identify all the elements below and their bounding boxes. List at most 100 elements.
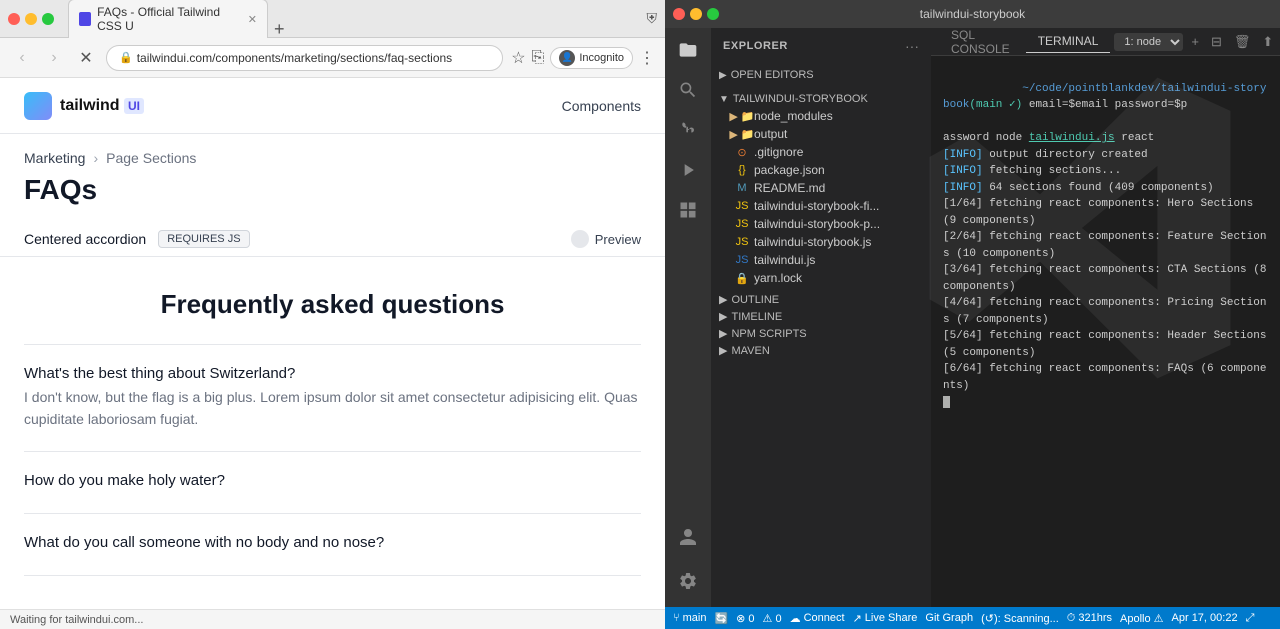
file-readme[interactable]: M README.md [719,179,931,197]
live-share-icon: ↗ [853,612,862,625]
close-button[interactable] [8,13,20,25]
split-terminal-icon[interactable]: ⊟ [1207,32,1226,52]
git-branch-item[interactable]: ⑂ main [673,612,706,624]
sync-icon-item[interactable]: 🔄 [714,612,728,625]
address-actions: ☆ ⎘ 👤 Incognito ⋮ [511,47,655,69]
explorer-activity-icon[interactable] [670,32,706,68]
filename-gitignore: .gitignore [754,145,803,159]
maven-section[interactable]: ▶ MAVEN [711,342,931,359]
incognito-label: Incognito [579,52,624,64]
term-line-7: [3/64] fetching react components: CTA Se… [943,262,1268,295]
scanning-item[interactable]: (↺): Scanning... [981,612,1059,625]
settings-activity-icon[interactable] [670,563,706,599]
source-control-activity-icon[interactable] [670,112,706,148]
terminal-tab[interactable]: TERMINAL [1026,30,1111,53]
browser-tabs: FAQs - Official Tailwind CSS U ✕ + [68,0,641,38]
term-line-10: [6/64] fetching react components: FAQs (… [943,361,1268,394]
preview-button[interactable]: Preview [571,230,641,248]
back-button[interactable]: ‹ [10,46,34,70]
forward-button[interactable]: › [42,46,66,70]
sql-console-tab[interactable]: SQL CONSOLE [939,28,1022,60]
file-storybook-fi[interactable]: JS tailwindui-storybook-fi... [719,197,931,215]
sidebar-menu-icon[interactable]: ··· [905,38,919,54]
time-item[interactable]: ⏱ 321hrs [1067,612,1112,625]
errors-label: ⊗ 0 [736,612,754,625]
timeline-section[interactable]: ▶ TIMELINE [711,308,931,325]
md-icon: M [735,181,749,195]
vscode-maximize-button[interactable] [707,8,719,20]
menu-icon[interactable]: ⋮ [639,48,655,68]
filename-package-json: package.json [754,163,825,177]
new-tab-button[interactable]: + [274,20,285,38]
faq-item-1[interactable]: What's the best thing about Switzerland?… [24,345,641,452]
browser-addressbar: ‹ › ✕ 🔒 tailwindui.com/components/market… [0,38,665,78]
file-tailwindui-js[interactable]: JS tailwindui.js [719,251,931,269]
timeline-arrow: ▶ [719,310,727,323]
open-editors-header[interactable]: ▶ OPEN EDITORS [711,67,931,83]
lock-file-icon: 🔒 [735,271,749,285]
project-header[interactable]: ▼ TAILWINDUI-STORYBOOK [711,91,931,107]
warnings-label: ⚠ 0 [763,612,782,625]
expand-icon-item[interactable]: ⤢ [1246,612,1255,625]
terminal-content[interactable]: ~/code/pointblankdev/tailwindui-storyboo… [931,56,1280,607]
vscode-minimize-button[interactable] [690,8,702,20]
incognito-badge: 👤 Incognito [550,47,633,69]
faq-item-3[interactable]: What do you call someone with no body an… [24,514,641,576]
file-node_modules[interactable]: ▶ 📁 node_modules [719,107,931,125]
npm-section[interactable]: ▶ NPM SCRIPTS [711,325,931,342]
new-terminal-icon[interactable]: + [1187,32,1203,51]
vscode-close-button[interactable] [673,8,685,20]
date-item: Apr 17, 00:22 [1172,612,1238,624]
extensions-activity-icon[interactable] [670,192,706,228]
file-storybook-js[interactable]: JS tailwindui-storybook.js [719,233,931,251]
maximize-terminal-icon[interactable]: ⬆ [1258,32,1277,52]
file-package-json[interactable]: {} package.json [719,161,931,179]
folder-icon: ▶ 📁 [735,109,749,123]
outline-section[interactable]: ▶ OUTLINE [711,291,931,308]
minimize-button[interactable] [25,13,37,25]
term-line-0: ~/code/pointblankdev/tailwindui-storyboo… [943,64,1268,130]
connect-label: Connect [804,612,845,624]
git-icon: ⊙ [735,145,749,159]
tailwind-logo: tailwind UI [24,92,144,120]
tab-close-icon[interactable]: ✕ [248,13,257,26]
file-yarn-lock[interactable]: 🔒 yarn.lock [719,269,931,287]
file-output[interactable]: ▶ 📁 output [719,125,931,143]
incognito-icon: 👤 [559,50,575,66]
run-activity-icon[interactable] [670,152,706,188]
trash-terminal-icon[interactable]: 🗑 [1230,32,1255,52]
cast-icon[interactable]: ⎘ [532,49,545,67]
file-storybook-p[interactable]: JS tailwindui-storybook-p... [719,215,931,233]
filename-node_modules: node_modules [754,109,833,123]
search-activity-icon[interactable] [670,72,706,108]
connect-item[interactable]: ☁ Connect [790,612,845,625]
maximize-button[interactable] [42,13,54,25]
js-icon-3: JS [735,235,749,249]
ts-icon: JS [735,253,749,267]
tab-favicon [79,12,91,26]
git-graph-item[interactable]: Git Graph [925,612,973,624]
reload-button[interactable]: ✕ [74,46,98,70]
filename-storybook-js: tailwindui-storybook.js [754,235,871,249]
terminal-cursor [943,396,950,408]
apollo-item[interactable]: Apollo ⚠ [1120,612,1164,625]
terminal-instance-select[interactable]: 1: node [1114,33,1183,51]
file-gitignore[interactable]: ⊙ .gitignore [719,143,931,161]
live-share-item[interactable]: ↗ Live Share [853,612,918,625]
components-nav-item[interactable]: Components [562,98,641,114]
address-bar[interactable]: 🔒 tailwindui.com/components/marketing/se… [106,45,503,71]
faq-item-2[interactable]: How do you make holy water? [24,452,641,514]
errors-item[interactable]: ⊗ 0 [736,612,754,625]
warnings-item[interactable]: ⚠ 0 [763,612,782,625]
filename-output: output [754,127,787,141]
breadcrumb-page-sections[interactable]: Page Sections [106,150,196,166]
open-editors-label: OPEN EDITORS [731,69,814,81]
bookmark-icon[interactable]: ☆ [511,48,525,68]
term-line-3: [INFO] fetching sections... [943,163,1268,180]
breadcrumb-marketing[interactable]: Marketing [24,150,85,166]
accounts-activity-icon[interactable] [670,519,706,555]
date-label: Apr 17, 00:22 [1172,612,1238,624]
active-tab[interactable]: FAQs - Official Tailwind CSS U ✕ [68,0,268,38]
outline-arrow: ▶ [719,293,727,306]
panel-tabs: SQL CONSOLE TERMINAL 1: node + ⊟ 🗑 ⬆ ✕ [931,28,1280,56]
